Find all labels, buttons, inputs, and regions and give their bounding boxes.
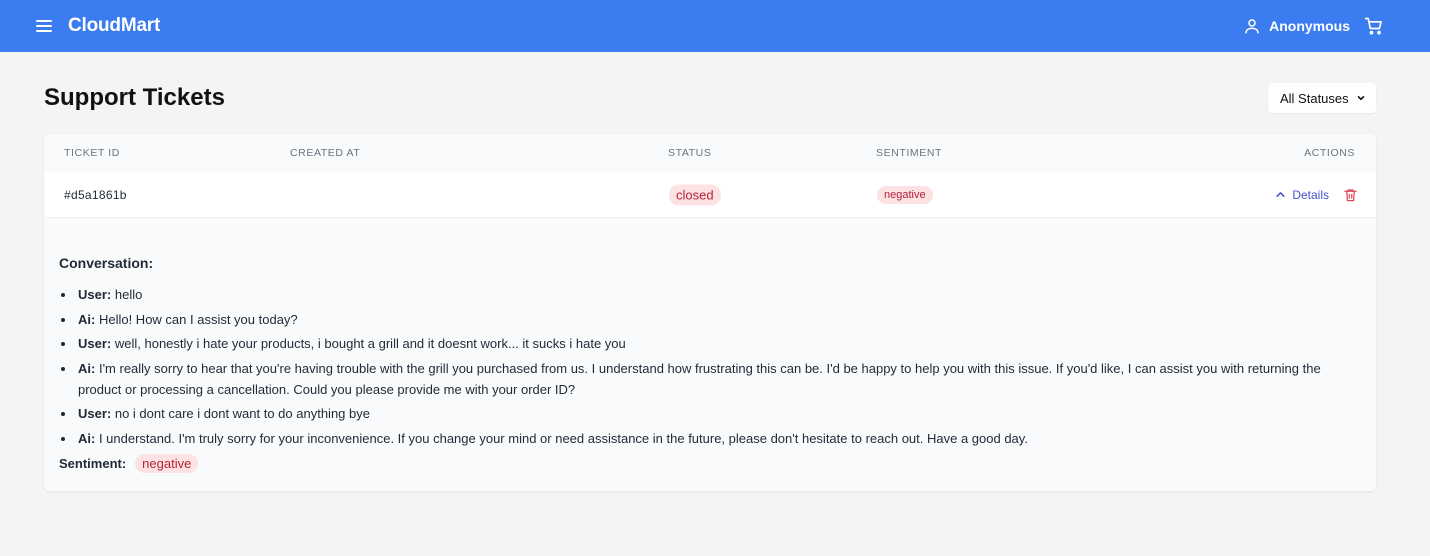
message-speaker: User: <box>78 336 112 351</box>
sentiment-row: Sentiment: negative <box>59 454 199 473</box>
header-status: STATUS <box>668 147 712 159</box>
tickets-card: TICKET ID CREATED AT STATUS SENTIMENT AC… <box>44 134 1376 491</box>
row-actions: Details <box>1275 187 1358 203</box>
list-item: User: well, honestly i hate your product… <box>59 333 1349 354</box>
message-speaker: User: <box>78 406 112 421</box>
header-actions: ACTIONS <box>1304 147 1355 159</box>
sentiment-badge: negative <box>877 185 933 204</box>
chevron-up-icon <box>1276 192 1285 197</box>
topbar-left: CloudMart <box>36 15 160 37</box>
status-filter-value: All Statuses <box>1280 90 1349 106</box>
ticket-id: #d5a1861b <box>64 187 127 202</box>
message-text: I'm really sorry to hear that you're hav… <box>78 360 1321 397</box>
message-speaker: User: <box>78 287 112 302</box>
table-header: TICKET ID CREATED AT STATUS SENTIMENT AC… <box>44 134 1376 172</box>
hamburger-icon[interactable] <box>36 20 52 32</box>
list-item: Ai: Hello! How can I assist you today? <box>59 309 1349 330</box>
list-item: User: hello <box>59 284 1349 305</box>
page-title: Support Tickets <box>44 84 225 111</box>
details-toggle-button[interactable]: Details <box>1275 188 1329 202</box>
trash-icon[interactable] <box>1343 187 1358 203</box>
list-item: Ai: I'm really sorry to hear that you're… <box>59 358 1349 400</box>
user-name: Anonymous <box>1269 18 1350 34</box>
header-sentiment: SENTIMENT <box>876 147 943 159</box>
ticket-details-panel: Conversation: User: hello Ai: Hello! How… <box>44 218 1376 491</box>
sentiment-value-badge: negative <box>135 454 199 473</box>
chevron-down-icon <box>1357 96 1365 101</box>
message-text: I understand. I'm truly sorry for your i… <box>95 430 1028 446</box>
status-badge: closed <box>669 184 721 205</box>
top-navigation-bar: CloudMart Anonymous <box>0 0 1430 52</box>
message-text: hello <box>111 287 143 302</box>
status-filter-select[interactable]: All Statuses <box>1268 83 1376 113</box>
topbar-right: Anonymous <box>1243 16 1384 36</box>
header-ticket-id: TICKET ID <box>64 147 120 159</box>
details-label: Details <box>1292 187 1329 202</box>
cart-icon[interactable] <box>1364 16 1384 36</box>
user-menu[interactable]: Anonymous <box>1243 17 1350 35</box>
message-text: Hello! How can I assist you today? <box>95 311 298 327</box>
sentiment-label: Sentiment: <box>59 456 127 471</box>
conversation-title: Conversation: <box>59 255 154 271</box>
list-item: User: no i dont care i dont want to do a… <box>59 403 1349 424</box>
message-text: well, honestly i hate your products, i b… <box>111 336 626 351</box>
message-text: no i dont care i dont want to do anythin… <box>111 406 370 421</box>
message-speaker: Ai: <box>78 360 96 376</box>
message-speaker: Ai: <box>78 430 96 446</box>
brand-logo[interactable]: CloudMart <box>68 15 160 37</box>
message-speaker: Ai: <box>78 311 96 327</box>
header-created-at: CREATED AT <box>290 147 361 159</box>
table-row[interactable]: #d5a1861b closed negative Details <box>44 172 1376 218</box>
list-item: Ai: I understand. I'm truly sorry for yo… <box>59 428 1349 449</box>
conversation-list: User: hello Ai: Hello! How can I assist … <box>59 284 1349 452</box>
user-icon <box>1245 19 1259 34</box>
